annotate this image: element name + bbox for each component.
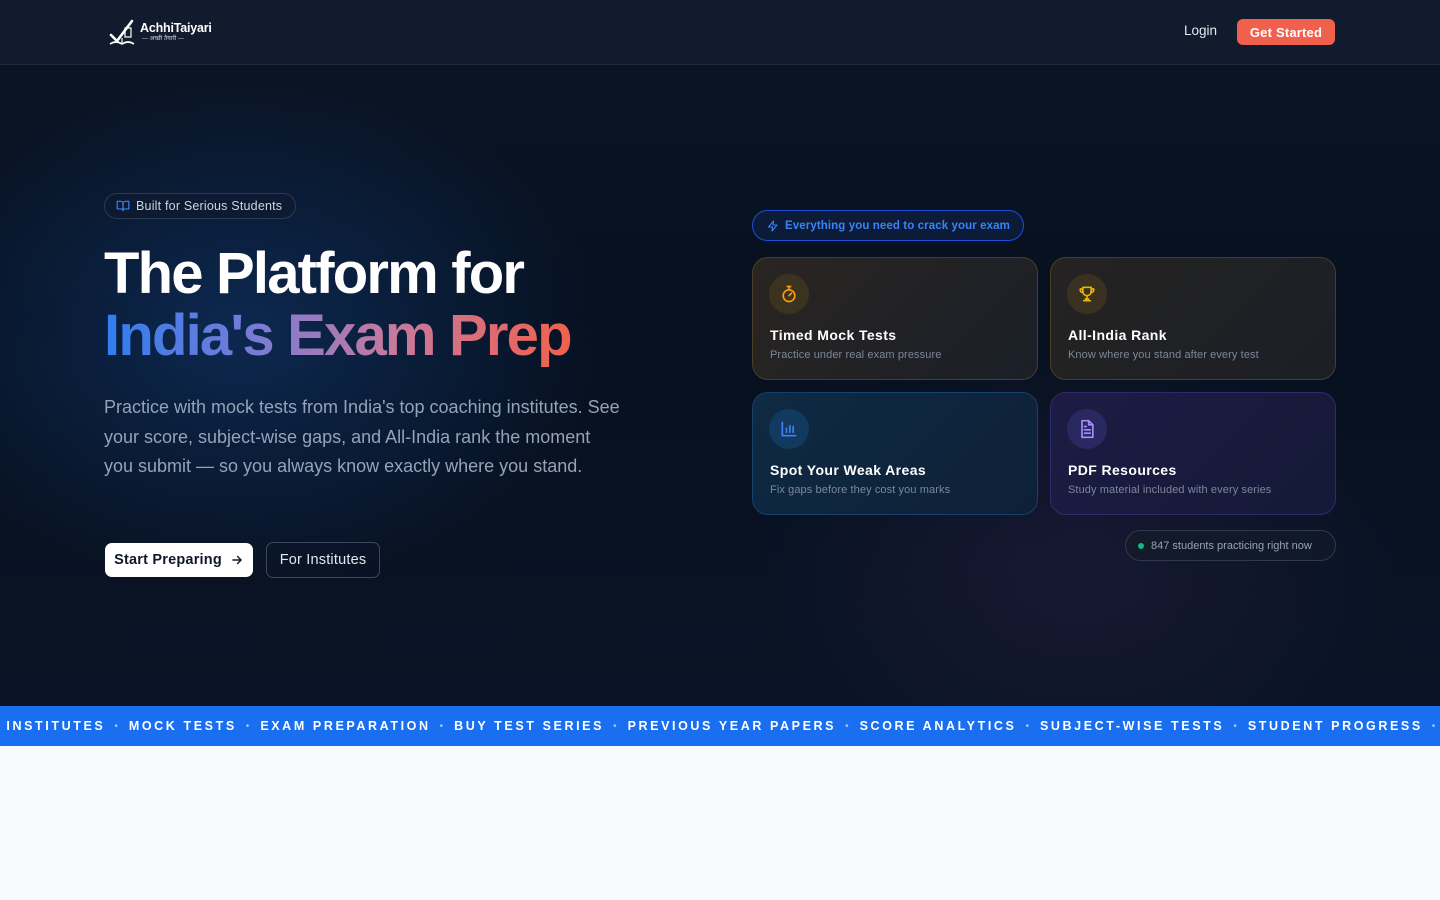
feature-card-desc: Know where you stand after every test [1068,349,1259,361]
feature-card-weak-areas[interactable]: Spot Your Weak Areas Fix gaps before the… [752,392,1038,515]
ticker-item: BUY TEST SERIES [454,719,605,733]
hero-title-line1: The Platform for [104,241,525,306]
ticker-separator: • [613,720,617,732]
marquee-ticker: G INSTITUTES • MOCK TESTS • EXAM PREPARATION… [0,706,1440,746]
for-institutes-button[interactable]: For Institutes [266,542,380,578]
feature-card-title: All-India Rank [1068,327,1167,343]
hero-badge: Built for Serious Students [104,193,297,219]
feature-card-all-india-rank[interactable]: All-India Rank Know where you stand afte… [1050,257,1336,380]
stopwatch-icon [782,285,796,303]
live-students-badge: 847 students practicing right now [1125,530,1336,561]
hero-badge-label: Built for Serious Students [136,199,283,213]
hero-title-line2: India's Exam Prep [104,303,573,368]
hero-title: The Platform for India's Exam Prep [104,241,573,368]
trophy-icon [1079,286,1095,302]
ticker-separator: • [245,720,250,732]
start-preparing-label: Start Preparing [114,552,222,568]
live-indicator-dot [1138,542,1144,549]
lightning-icon [767,219,778,232]
feature-card-title: Spot Your Weak Areas [770,462,927,478]
ticker-separator: • [439,720,444,732]
ticker-item: STUDENT PROGRESS [1247,719,1423,733]
lower-section [0,746,1440,900]
brand-tagline: — अच्छी तैयारी — [142,36,185,43]
feature-card-desc: Practice under real exam pressure [770,349,942,361]
bar-chart-icon [781,421,797,437]
feature-card-pdf-resources[interactable]: PDF Resources Study material included wi… [1050,392,1336,515]
feature-card-title: Timed Mock Tests [770,327,897,343]
feature-card-title: PDF Resources [1068,462,1177,478]
features-pill: Everything you need to crack your exam [752,210,1024,241]
ticker-separator: • [1025,720,1029,732]
ticker-item: SCORE ANALYTICS [859,719,1017,733]
arrow-right-icon [232,555,242,565]
document-icon [1081,419,1094,439]
ticker-separator: • [845,720,849,732]
hero-description: Practice with mock tests from India's to… [104,397,620,476]
top-navbar: AchhiTaiyari — अच्छी तैयारी — Login Get … [0,0,1440,65]
get-started-button[interactable]: Get Started [1237,19,1335,45]
ticker-separator: • [1431,720,1436,732]
ticker-item: SUBJECT-WISE TESTS [1039,719,1225,733]
ticker-item: PREVIOUS YEAR PAPERS [627,719,837,733]
start-preparing-button[interactable]: Start Preparing [105,543,253,577]
brand-name: AchhiTaiyari [140,20,212,35]
logo-mark-icon [109,19,135,45]
login-link[interactable]: Login [1184,23,1217,38]
feature-card-desc: Fix gaps before they cost you marks [770,484,951,496]
hero-section: AchhiTaiyari — अच्छी तैयारी — Login Get … [0,0,1440,706]
ticker-item: EXAM PREPARATION [260,719,431,733]
feature-card-timed-mock-tests[interactable]: Timed Mock Tests Practice under real exa… [752,257,1038,380]
live-students-label: 847 students practicing right now [1151,539,1312,552]
book-open-icon [116,200,130,212]
ticker-item: G INSTITUTES [0,719,106,733]
ticker-separator: • [114,720,118,732]
brand-logo[interactable]: AchhiTaiyari — अच्छी तैयारी — [108,16,212,48]
ticker-separator: • [1233,720,1237,732]
features-pill-label: Everything you need to crack your exam [785,219,1010,232]
ticker-item: MOCK TESTS [128,719,237,733]
feature-card-desc: Study material included with every serie… [1068,484,1272,496]
ticker-track: G INSTITUTES • MOCK TESTS • EXAM PREPARATION… [0,706,1440,746]
